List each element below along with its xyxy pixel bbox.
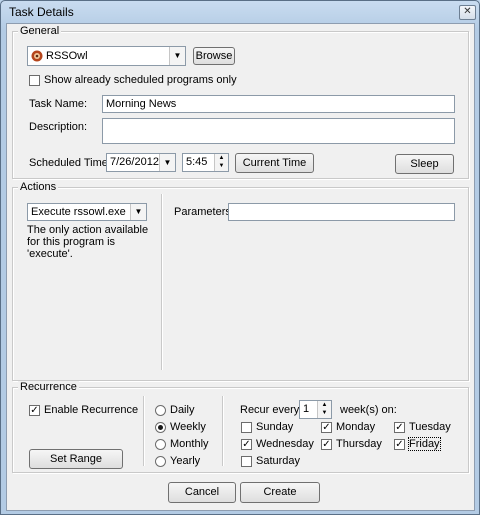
create-button[interactable]: Create (240, 482, 320, 503)
day-wednesday-label: Wednesday (256, 438, 314, 450)
parameters-label: Parameters: (174, 206, 234, 218)
task-details-window: Task Details ✕ General RSSOwl ▼ Browse S… (0, 0, 480, 515)
rssowl-app-icon (31, 50, 43, 62)
action-value: Execute rssowl.exe (31, 206, 126, 218)
set-range-button[interactable]: Set Range (29, 449, 123, 469)
time-value: 5:45 (186, 156, 208, 168)
radio-daily[interactable] (155, 405, 166, 416)
day-thursday-label: Thursday (336, 438, 382, 450)
general-legend: General (18, 25, 62, 37)
task-name-label: Task Name: (29, 98, 88, 110)
date-picker[interactable]: 7/26/2012 ▼ (106, 153, 176, 172)
actions-group: Actions Execute rssowl.exe ▼ The only ac… (12, 181, 469, 381)
recur-every-label: Recur every (240, 404, 300, 416)
day-monday-checkbox[interactable]: ✓ (321, 422, 332, 433)
yearly-label: Yearly (170, 455, 201, 467)
spin-arrows-icon[interactable]: ▲ ▼ (317, 401, 331, 418)
weeks-on-label: week(s) on: (340, 404, 397, 416)
chevron-down-icon[interactable]: ▼ (169, 47, 185, 65)
general-group: General RSSOwl ▼ Browse Show already sch… (12, 25, 469, 179)
show-scheduled-checkbox[interactable] (29, 75, 40, 86)
day-saturday-label: Saturday (256, 455, 301, 467)
day-sunday-checkbox[interactable] (241, 422, 252, 433)
recurrence-group: Recurrence ✓ Enable Recurrence Set Range… (12, 381, 469, 473)
radio-monthly[interactable] (155, 439, 166, 450)
title-bar[interactable]: Task Details ✕ (1, 1, 479, 23)
spin-arrows-icon[interactable]: ▲ ▼ (214, 154, 228, 171)
cancel-button[interactable]: Cancel (168, 482, 236, 503)
day-friday-label: Friday (408, 437, 441, 451)
action-note: The only action available for this progr… (27, 224, 149, 260)
recur-every-spinner[interactable]: 1 ▲ ▼ (299, 400, 332, 419)
radio-yearly[interactable] (155, 456, 166, 467)
task-name-field[interactable]: Morning News (102, 95, 455, 113)
program-value: RSSOwl (46, 50, 88, 62)
close-button[interactable]: ✕ (459, 5, 476, 20)
enable-recurrence-checkbox[interactable]: ✓ (29, 405, 40, 416)
day-saturday-checkbox[interactable] (241, 456, 252, 467)
radio-weekly[interactable] (155, 422, 166, 433)
dialog-body: General RSSOwl ▼ Browse Show already sch… (6, 23, 475, 511)
chevron-down-icon[interactable]: ▼ (130, 204, 146, 220)
recurrence-divider-2 (222, 396, 224, 466)
description-field[interactable] (102, 118, 455, 144)
program-combobox[interactable]: RSSOwl ▼ (27, 46, 186, 66)
recurrence-divider-1 (143, 396, 145, 466)
monthly-label: Monthly (170, 438, 209, 450)
browse-button[interactable]: Browse (193, 47, 235, 65)
day-tuesday-checkbox[interactable]: ✓ (394, 422, 405, 433)
day-thursday-checkbox[interactable]: ✓ (321, 439, 332, 450)
current-time-button[interactable]: Current Time (235, 153, 314, 173)
recurrence-legend: Recurrence (18, 381, 79, 393)
window-title: Task Details (9, 5, 74, 19)
action-combobox[interactable]: Execute rssowl.exe ▼ (27, 203, 147, 221)
weekly-label: Weekly (170, 421, 206, 433)
enable-recurrence-label: Enable Recurrence (44, 404, 139, 416)
day-tuesday-label: Tuesday (409, 421, 451, 433)
day-friday-checkbox[interactable]: ✓ (394, 439, 405, 450)
day-wednesday-checkbox[interactable]: ✓ (241, 439, 252, 450)
daily-label: Daily (170, 404, 195, 416)
day-sunday-label: Sunday (256, 421, 294, 433)
show-scheduled-label: Show already scheduled programs only (44, 74, 237, 86)
recur-every-value: 1 (303, 403, 310, 415)
calendar-dropdown-icon[interactable]: ▼ (159, 154, 175, 171)
actions-divider (161, 194, 163, 370)
actions-legend: Actions (18, 181, 59, 193)
sleep-button[interactable]: Sleep (395, 154, 454, 174)
parameters-field[interactable] (228, 203, 455, 221)
day-monday-label: Monday (336, 421, 376, 433)
date-value: 7/26/2012 (110, 156, 159, 168)
close-icon: ✕ (463, 6, 472, 17)
scheduled-time-label: Scheduled Time: (29, 157, 111, 169)
description-label: Description: (29, 121, 88, 133)
time-spinner[interactable]: 5:45 ▲ ▼ (182, 153, 229, 172)
